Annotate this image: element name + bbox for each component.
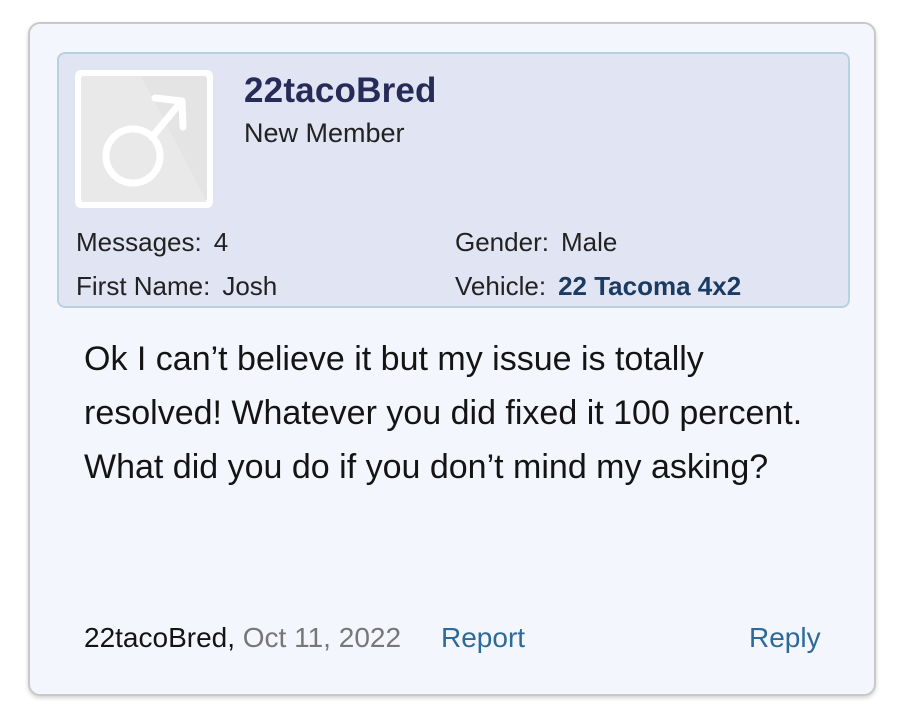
messages-label: Messages: bbox=[76, 227, 202, 257]
post-attribution: 22tacoBred, Oct 11, 2022 bbox=[84, 622, 401, 654]
first-name-label: First Name: bbox=[76, 271, 211, 301]
first-name-stat: First Name: Josh bbox=[76, 271, 277, 302]
post-date[interactable]: Oct 11, 2022 bbox=[243, 622, 401, 653]
message-post: 22tacoBred New Member Messages: 4 First N… bbox=[28, 22, 876, 696]
avatar[interactable] bbox=[75, 70, 213, 208]
author-link[interactable]: 22tacoBred, bbox=[84, 622, 235, 653]
messages-value: 4 bbox=[213, 227, 229, 257]
reply-button[interactable]: Reply bbox=[749, 622, 821, 654]
gender-label: Gender: bbox=[455, 227, 549, 257]
gender-value: Male bbox=[560, 227, 618, 257]
user-info-block: 22tacoBred New Member Messages: 4 First N… bbox=[57, 52, 850, 308]
message-body: Ok I can’t believe it but my issue is to… bbox=[84, 340, 803, 486]
vehicle-value-link[interactable]: 22 Tacoma 4x2 bbox=[558, 271, 741, 301]
male-symbol-icon bbox=[81, 76, 207, 202]
vehicle-stat: Vehicle: 22 Tacoma 4x2 bbox=[455, 271, 741, 302]
user-title: New Member bbox=[244, 118, 405, 148]
first-name-value: Josh bbox=[222, 271, 278, 301]
vehicle-label: Vehicle: bbox=[455, 271, 547, 301]
gender-stat: Gender: Male bbox=[455, 227, 617, 258]
username-link[interactable]: 22tacoBred bbox=[244, 71, 437, 111]
messages-stat: Messages: 4 bbox=[76, 227, 228, 258]
report-link[interactable]: Report bbox=[441, 622, 525, 654]
